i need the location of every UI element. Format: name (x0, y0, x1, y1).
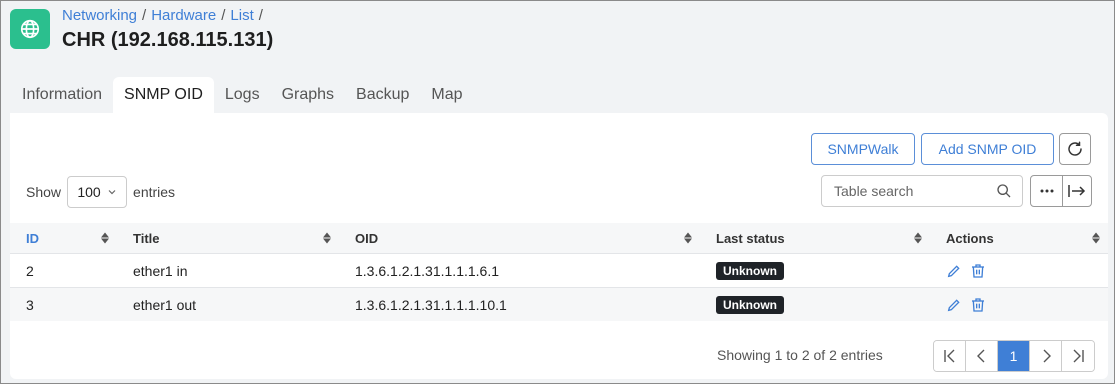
page-length-value: 100 (77, 184, 101, 200)
cell-id: 3 (26, 296, 34, 313)
cell-title: ether1 in (133, 262, 188, 279)
sort-icon (1092, 232, 1100, 244)
arrow-right-bar-icon (1068, 185, 1086, 197)
first-page-icon (943, 349, 954, 363)
page-title: CHR (192.168.115.131) (62, 29, 274, 51)
snmpwalk-button[interactable]: SNMPWalk (811, 133, 915, 165)
trash-icon[interactable] (970, 297, 986, 313)
table-info: Showing 1 to 2 of 2 entries (717, 347, 883, 363)
content-panel: SNMPWalk Add SNMP OID Show 100 entries T… (10, 113, 1108, 379)
sort-icon (101, 232, 109, 244)
table-row: 2 ether1 in 1.3.6.1.2.1.31.1.1.1.6.1 Unk… (10, 253, 1108, 287)
last-page-button[interactable] (1062, 341, 1094, 371)
pencil-icon[interactable] (946, 263, 962, 279)
table-header: ID Title OID Last status Actions (10, 223, 1108, 253)
chevron-right-icon (1043, 349, 1051, 363)
col-header-id[interactable]: ID (10, 223, 117, 253)
sort-icon (323, 232, 331, 244)
col-header-oid-label: OID (355, 230, 379, 246)
cell-oid: 1.3.6.1.2.1.31.1.1.1.10.1 (355, 296, 507, 313)
cell-status: Unknown (700, 254, 930, 287)
sort-icon (914, 232, 922, 244)
last-page-icon (1073, 349, 1084, 363)
cell-title: ether1 out (133, 296, 197, 313)
tab-map[interactable]: Map (420, 77, 473, 113)
more-options-button[interactable] (1030, 175, 1063, 207)
chevron-left-icon (976, 349, 984, 363)
tab-graphs[interactable]: Graphs (271, 77, 345, 113)
entries-label: entries (133, 184, 176, 200)
export-button[interactable] (1062, 175, 1092, 207)
next-page-button[interactable] (1030, 341, 1062, 371)
breadcrumb-list[interactable]: List (230, 7, 253, 24)
table-search-input[interactable]: Table search (821, 175, 1023, 207)
breadcrumb-hardware[interactable]: Hardware (151, 7, 216, 24)
table-row: 3 ether1 out 1.3.6.1.2.1.31.1.1.1.10.1 U… (10, 287, 1108, 321)
search-placeholder: Table search (834, 183, 914, 199)
page-length-select[interactable]: 100 (67, 176, 128, 208)
col-header-actions-label: Actions (946, 230, 994, 246)
refresh-icon (1068, 141, 1082, 156)
sort-icon (684, 232, 692, 244)
snmp-oid-table: ID Title OID Last status Actions 2 ether… (10, 223, 1108, 321)
first-page-button[interactable] (934, 341, 966, 371)
col-header-actions[interactable]: Actions (930, 223, 1108, 253)
breadcrumb: Networking / Hardware / List / (62, 7, 263, 24)
cell-id: 2 (26, 262, 34, 279)
cell-actions (930, 288, 1108, 321)
tab-snmp-oid[interactable]: SNMP OID (113, 77, 214, 113)
tab-information[interactable]: Information (11, 77, 113, 113)
tab-logs[interactable]: Logs (214, 77, 271, 113)
col-header-id-label: ID (26, 230, 39, 246)
tab-bar: Information SNMP OID Logs Graphs Backup … (11, 77, 474, 113)
show-label: Show (26, 184, 62, 200)
pencil-icon[interactable] (946, 297, 962, 313)
page-header: Networking / Hardware / List / CHR (192.168.1… (1, 1, 1114, 67)
col-header-last-status[interactable]: Last status (700, 223, 930, 253)
trash-icon[interactable] (970, 263, 986, 279)
search-icon (997, 184, 1011, 198)
col-header-last-status-label: Last status (716, 230, 785, 246)
col-header-title[interactable]: Title (117, 223, 339, 253)
length-control: Show 100 entries (26, 176, 176, 208)
chevron-down-icon (108, 190, 116, 195)
refresh-button[interactable] (1059, 133, 1091, 165)
pagination: 1 (933, 340, 1095, 372)
breadcrumb-networking[interactable]: Networking (62, 7, 137, 24)
status-badge: Unknown (716, 295, 784, 314)
cell-status: Unknown (700, 288, 930, 321)
prev-page-button[interactable] (966, 341, 998, 371)
status-badge: Unknown (716, 261, 784, 280)
tab-backup[interactable]: Backup (345, 77, 420, 113)
page-button-1[interactable]: 1 (998, 341, 1030, 371)
add-snmp-oid-button[interactable]: Add SNMP OID (921, 133, 1054, 165)
col-header-title-label: Title (133, 230, 160, 246)
cell-actions (930, 254, 1108, 287)
ellipsis-icon (1040, 189, 1053, 193)
col-header-oid[interactable]: OID (339, 223, 700, 253)
globe-icon (10, 9, 50, 49)
cell-oid: 1.3.6.1.2.1.31.1.1.1.6.1 (355, 262, 500, 279)
